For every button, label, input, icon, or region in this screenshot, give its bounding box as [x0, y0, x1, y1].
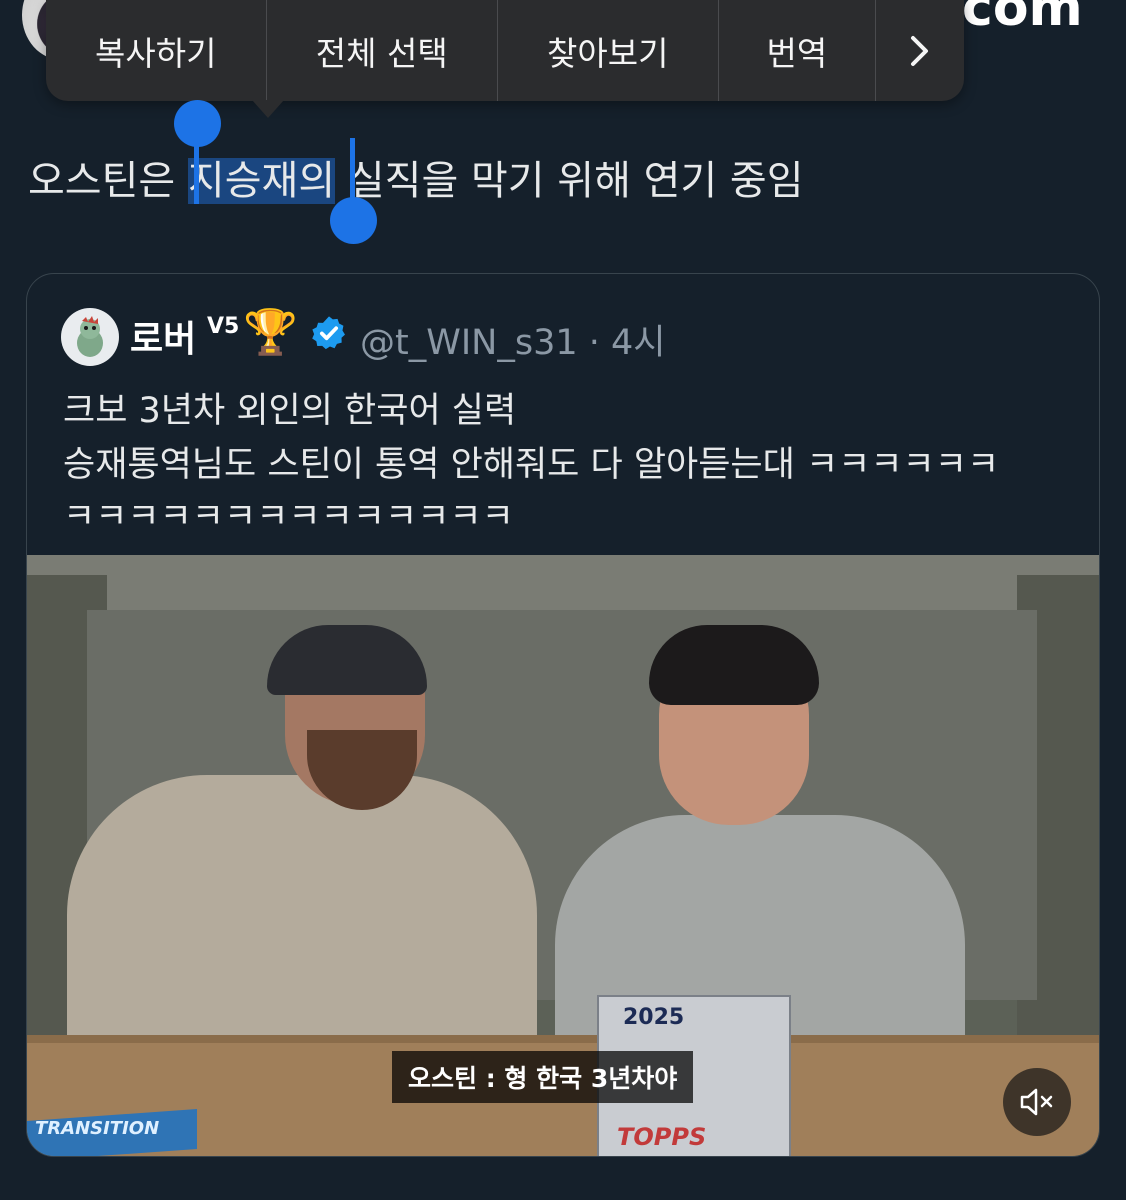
- meta-separator: ·: [588, 323, 600, 363]
- quoted-user-avatar[interactable]: [61, 308, 119, 366]
- mute-button[interactable]: [1003, 1068, 1071, 1136]
- select-all-menu-item[interactable]: 전체 선택: [267, 0, 499, 101]
- copy-menu-item[interactable]: 복사하기: [46, 0, 267, 101]
- quoted-text-line: ㅋㅋㅋㅋㅋㅋㅋㅋㅋㅋㅋㅋㅋㅋ: [63, 497, 514, 537]
- translate-menu-item[interactable]: 번역: [719, 0, 877, 101]
- tweet-body: 오스틴은 지승재의 실직을 막기 위해 연기 중임: [28, 148, 804, 206]
- context-menu-pointer: [252, 100, 284, 118]
- cactus-avatar-icon: [77, 316, 103, 357]
- more-menu-button[interactable]: [876, 0, 964, 101]
- quoted-text-line: 승재통역님도 스틴이 통역 안해줘도 다 알아듣는대 ㅋㅋㅋㅋㅋㅋ: [63, 445, 1000, 485]
- tweet-text-after: 실직을 막기 위해 연기 중임: [335, 158, 804, 204]
- person-right-hair: [649, 625, 819, 705]
- card-box-brand: TOPPS: [617, 1123, 707, 1151]
- speaker-muted-icon: [1020, 1088, 1053, 1116]
- scene-ceiling: [27, 555, 1099, 615]
- quoted-tweet-card[interactable]: 로버 V5 🏆 @t_WIN_s31 · 4시 크보 3년차 외인의 한국어 실…: [26, 273, 1100, 1157]
- quoted-text-line: 크보 3년차 외인의 한국어 실력: [63, 391, 517, 431]
- trading-card-text: TRANSITION: [35, 1118, 160, 1139]
- person-left-body: [67, 775, 537, 1075]
- video-media[interactable]: 2025 TOPPS TRANSITION 오스틴 : 형 한국 3년차야: [27, 555, 1099, 1156]
- trophy-icon: 🏆: [243, 307, 298, 358]
- quoted-handle[interactable]: @t_WIN_s31: [360, 323, 578, 363]
- post-time[interactable]: 4시: [611, 323, 665, 363]
- quoted-handle-meta: @t_WIN_s31 · 4시: [360, 314, 666, 365]
- verified-badge-icon: [312, 316, 345, 350]
- header-partial-text: com: [962, 0, 1083, 38]
- tweet-text-before: 오스틴은: [28, 158, 188, 204]
- selected-text[interactable]: 지승재의: [187, 158, 336, 204]
- selection-start-handle[interactable]: [174, 100, 221, 147]
- look-up-menu-item[interactable]: 찾아보기: [498, 0, 719, 101]
- card-box-label: 2025: [623, 1005, 685, 1030]
- chevron-right-icon: [911, 35, 929, 66]
- selection-end-handle[interactable]: [330, 197, 377, 244]
- level-badge: V5: [207, 314, 240, 339]
- quoted-display-name[interactable]: 로버: [130, 310, 196, 362]
- text-context-menu: 복사하기 전체 선택 찾아보기 번역: [46, 0, 964, 101]
- video-subtitle: 오스틴 : 형 한국 3년차야: [392, 1051, 694, 1103]
